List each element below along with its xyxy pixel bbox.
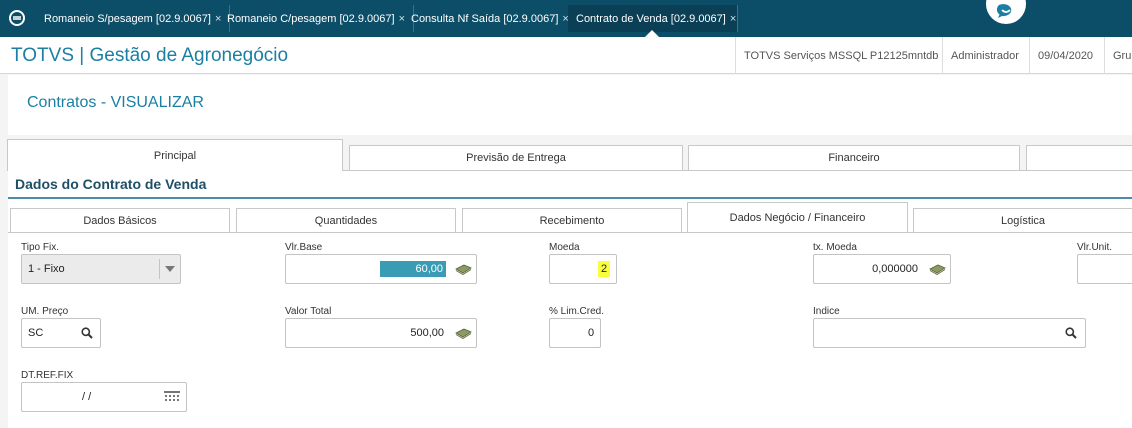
tab-label: Dados Básicos xyxy=(83,214,157,227)
tipo-fix-value: 1 - Fixo xyxy=(28,263,65,275)
tab-previsao-de-entrega[interactable]: Previsão de Entrega xyxy=(349,145,683,171)
subtab-logistica[interactable]: Logística xyxy=(913,208,1132,233)
assistant-chat-button[interactable] xyxy=(986,0,1026,24)
tab-romaneio-s-pesagem[interactable]: Romaneio S/pesagem [02.9.0067] × xyxy=(36,5,231,32)
user-info[interactable]: Administrador xyxy=(942,37,1027,74)
tab-label: Romaneio S/pesagem [02.9.0067] xyxy=(44,12,211,25)
tab-contrato-de-venda[interactable]: Contrato de Venda [02.9.0067] × xyxy=(568,5,738,32)
close-icon[interactable]: × xyxy=(730,13,736,25)
tab-principal[interactable]: Principal xyxy=(7,139,343,171)
tx-moeda-value: 0,000000 xyxy=(872,263,918,275)
section-title: Dados do Contrato de Venda xyxy=(15,176,207,192)
valor-total-label: Valor Total xyxy=(285,306,332,317)
subtab-recebimento[interactable]: Recebimento xyxy=(462,208,682,233)
dt-ref-fix-label: DT.REF.FIX xyxy=(21,370,74,381)
totvs-logo-icon xyxy=(9,10,25,26)
valor-total-value: 500,00 xyxy=(410,327,444,339)
tab-label: Dados Negócio / Financeiro xyxy=(729,211,866,224)
section-divider xyxy=(8,197,1132,199)
vlr-unit-field[interactable] xyxy=(1077,254,1132,284)
tab-financeiro[interactable]: Financeiro xyxy=(688,145,1020,171)
valor-total-field[interactable]: 500,00 xyxy=(285,318,477,348)
lim-cred-value: 0 xyxy=(588,327,595,339)
active-tab-pointer xyxy=(645,30,659,37)
um-preco-label: UM. Preço xyxy=(21,306,69,317)
vlr-base-field[interactable]: 60,00 xyxy=(285,254,477,284)
tipo-fix-select[interactable]: 1 - Fixo xyxy=(21,254,181,284)
subtab-dados-basicos[interactable]: Dados Básicos xyxy=(10,208,230,233)
indice-field[interactable] xyxy=(813,318,1086,348)
tab-label: Financeiro xyxy=(828,152,880,164)
dt-ref-fix-field[interactable]: / / xyxy=(21,382,187,412)
subtab-dados-negocio-financeiro[interactable]: Dados Negócio / Financeiro xyxy=(687,202,908,232)
subtab-quantidades[interactable]: Quantidades xyxy=(236,208,456,233)
tab-label: Principal xyxy=(153,149,197,162)
vlr-base-value: 60,00 xyxy=(380,261,446,277)
money-icon[interactable] xyxy=(454,326,472,340)
tab-more[interactable] xyxy=(1026,145,1132,171)
totvs-logo-button[interactable] xyxy=(0,4,34,32)
moeda-label: Moeda xyxy=(549,242,580,253)
tab-label: Previsão de Entrega xyxy=(466,152,566,164)
tipo-fix-label: Tipo Fix. xyxy=(21,242,59,253)
search-icon[interactable] xyxy=(1064,326,1078,340)
lim-cred-field[interactable]: 0 xyxy=(549,318,601,348)
page-header: Contratos - VISUALIZAR xyxy=(8,75,1132,135)
tab-label: Recebimento xyxy=(539,214,605,227)
um-preco-field[interactable]: SC xyxy=(21,318,101,348)
app-title: TOTVS | Gestão de Agronegócio xyxy=(11,45,289,66)
date-info: 09/04/2020 xyxy=(1029,37,1101,74)
search-icon[interactable] xyxy=(80,326,94,340)
tab-label: Contrato de Venda [02.9.0067] xyxy=(576,12,726,25)
moeda-value: 2 xyxy=(598,261,611,277)
calendar-icon[interactable] xyxy=(164,391,180,403)
tab-romaneio-c-pesagem[interactable]: Romaneio C/pesagem [02.9.0067] × xyxy=(219,5,414,32)
tab-label: Logística xyxy=(1000,214,1046,227)
tx-moeda-field[interactable]: 0,000000 xyxy=(813,254,951,284)
tx-moeda-label: tx. Moeda xyxy=(813,242,857,253)
server-info: TOTVS Serviços MSSQL P12125mntdb xyxy=(735,37,946,74)
tab-label: Romaneio C/pesagem [02.9.0067] xyxy=(227,12,395,25)
window-tab-bar: Romaneio S/pesagem [02.9.0067] × Romanei… xyxy=(0,0,1132,37)
dt-ref-fix-value: / / xyxy=(82,391,92,403)
chevron-down-icon[interactable] xyxy=(164,263,176,275)
tab-label: Consulta Nf Saída [02.9.0067] xyxy=(411,12,559,25)
money-icon[interactable] xyxy=(928,262,946,276)
vlr-unit-label: Vlr.Unit. xyxy=(1077,242,1113,253)
subtab-divider xyxy=(8,232,1132,233)
chat-icon xyxy=(996,4,1012,18)
lim-cred-label: % Lim.Cred. xyxy=(549,306,605,317)
indice-label: Indice xyxy=(813,306,840,317)
app-header: TOTVS | Gestão de Agronegócio TOTVS Serv… xyxy=(0,37,1132,74)
select-divider xyxy=(159,259,160,279)
page-title: Contratos - VISUALIZAR xyxy=(27,94,204,111)
um-preco-value: SC xyxy=(28,327,44,339)
app-window: Romaneio S/pesagem [02.9.0067] × Romanei… xyxy=(0,0,1132,428)
tab-label: Quantidades xyxy=(314,214,378,227)
vlr-base-label: Vlr.Base xyxy=(285,242,323,253)
moeda-field[interactable]: 2 xyxy=(549,254,617,284)
group-info[interactable]: Gru xyxy=(1104,37,1132,74)
money-icon[interactable] xyxy=(454,262,472,276)
tab-consulta-nf-saida[interactable]: Consulta Nf Saída [02.9.0067] × xyxy=(403,5,578,32)
